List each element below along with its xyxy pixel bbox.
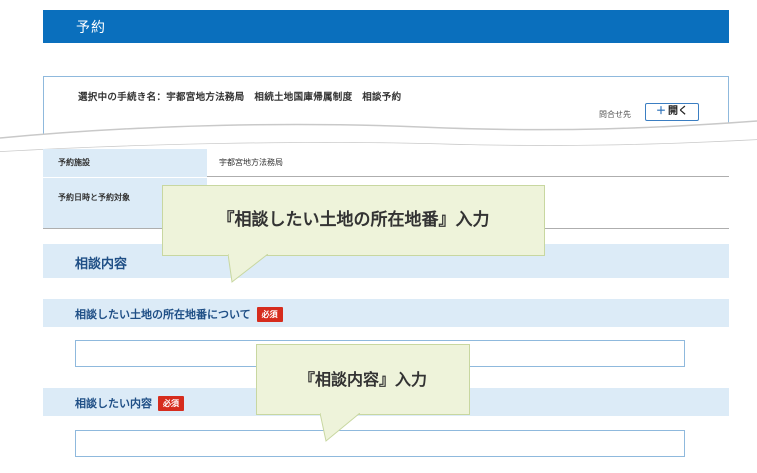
consultation-content-input[interactable] — [75, 430, 685, 457]
consultation-content-label-text: 相談したい内容 — [75, 397, 152, 410]
consultation-content-field-label: 相談したい内容 必須 — [75, 395, 184, 411]
land-location-field-header: 相談したい土地の所在地番について 必須 — [43, 299, 729, 327]
selected-procedure-name: 宇都宮地方法務局 相続土地国庫帰属制度 相談予約 — [166, 92, 402, 103]
required-badge: 必須 — [158, 396, 184, 411]
page-header: 予約 — [43, 10, 729, 43]
land-location-label-text: 相談したい土地の所在地番について — [75, 308, 251, 321]
page-title: 予約 — [76, 20, 106, 36]
section-title: 相談内容 — [75, 257, 128, 272]
selected-procedure-label: 選択中の手続き名： — [78, 92, 167, 103]
required-badge: 必須 — [256, 307, 283, 322]
consultation-content-callout: 『相談内容』入力 — [256, 344, 470, 415]
plus-icon: ＋ — [656, 106, 666, 117]
callout-pointer-icon — [320, 413, 360, 442]
callout-pointer-icon — [228, 254, 268, 283]
land-location-field-label: 相談したい土地の所在地番について 必須 — [75, 306, 283, 322]
facility-value: 宇都宮地方法務局 — [207, 149, 729, 177]
selected-procedure: 選択中の手続き名：宇都宮地方法務局 相続土地国庫帰属制度 相談予約 — [78, 89, 401, 103]
open-button-label: 開く — [668, 106, 688, 117]
facility-label: 予約施設 — [43, 149, 207, 177]
land-location-callout: 『相談したい土地の所在地番』入力 — [162, 185, 545, 256]
